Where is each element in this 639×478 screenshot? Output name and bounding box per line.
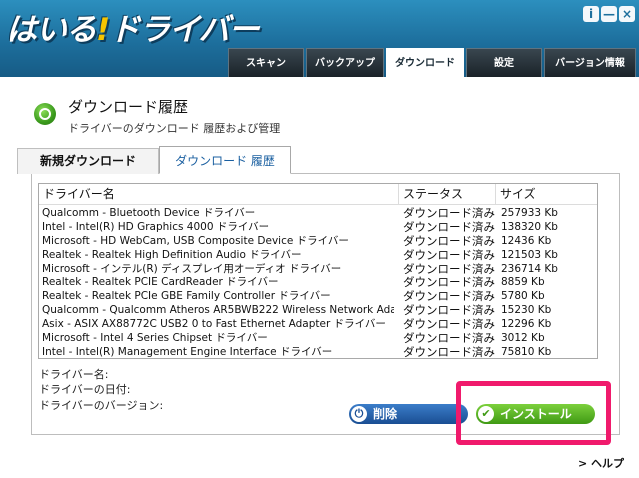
page-title: ダウンロード履歴 <box>68 98 189 116</box>
status-cell: ダウンロード済み <box>403 219 495 234</box>
tab-backup[interactable]: バックアップ <box>306 48 384 77</box>
driver-name-cell: Microsoft - HD WebCam, USB Composite Dev… <box>42 234 349 247</box>
help-link[interactable]: > ヘルプ <box>578 455 624 471</box>
delete-button-label: 削除 <box>373 407 398 421</box>
driver-name-label: ドライバー名: <box>39 368 109 381</box>
size-cell: 12436 Kb <box>501 234 552 247</box>
power-icon: ⏻ <box>351 406 367 422</box>
column-header-size[interactable]: サイズ <box>496 184 597 204</box>
driver-name-cell: Qualcomm - Bluetooth Device ドライバー <box>42 207 256 219</box>
driver-name-cell: Microsoft - Intel 4 Series Chipset ドライバー <box>42 332 268 345</box>
list-rows: Qualcomm - Bluetooth Device ドライバーダウンロード済… <box>39 206 597 359</box>
list-header: ドライバー名 ステータス サイズ <box>39 184 597 205</box>
column-header-status[interactable]: ステータス <box>399 184 496 204</box>
driver-name-cell: Qualcomm - Qualcomm Atheros AR5BWB222 Wi… <box>42 304 394 317</box>
size-cell: 15230 Kb <box>501 304 552 317</box>
table-row[interactable]: Microsoft - HD WebCam, USB Composite Dev… <box>39 234 597 248</box>
download-history-icon <box>34 103 56 125</box>
size-cell: 5780 Kb <box>501 290 545 303</box>
driver-name-cell: Realtek - Realtek High Definition Audio … <box>42 248 302 261</box>
info-button[interactable]: i <box>583 6 599 22</box>
table-row[interactable]: Intel - Intel(R) HD Graphics 4000 ドライバー ダ… <box>39 220 597 234</box>
status-cell: ダウンロード済み <box>403 233 495 248</box>
table-row[interactable]: Microsoft - Intel 4 Series Chipset ドライバー… <box>39 331 597 345</box>
app-logo: はいる!ドライバー <box>6 12 260 48</box>
table-row[interactable]: Qualcomm - Qualcomm Atheros AR5BWB222 Wi… <box>39 303 597 317</box>
status-cell: ダウンロード済み <box>403 247 495 262</box>
status-cell: ダウンロード済み <box>403 275 495 290</box>
app-window: はいる!ドライバー i — × スキャン バックアップ ダウンロード 設定 バー… <box>0 0 639 478</box>
size-cell: 3012 Kb <box>501 332 545 345</box>
size-cell: 257933 Kb <box>501 207 558 219</box>
table-row[interactable]: Qualcomm - Bluetooth Device ドライバー ダウンロード済… <box>39 206 597 220</box>
tab-settings[interactable]: 設定 <box>466 48 542 77</box>
status-cell: ダウンロード済み <box>403 331 495 346</box>
size-cell: 75810 Kb <box>501 345 552 358</box>
tab-version-info[interactable]: バージョン情報 <box>544 48 636 77</box>
table-row[interactable]: Realtek - Realtek PCIe GBE Family Contro… <box>39 289 597 303</box>
size-cell: 12296 Kb <box>501 318 552 331</box>
status-cell: ダウンロード済み <box>403 289 495 304</box>
table-row[interactable]: Intel - Intel(R) Management Engine Inter… <box>39 345 597 359</box>
driver-list[interactable]: ドライバー名 ステータス サイズ Qualcomm - Bluetooth De… <box>38 183 598 359</box>
tab-scan[interactable]: スキャン <box>228 48 304 77</box>
page-subtitle: ドライバーのダウンロード 履歴および管理 <box>68 122 281 135</box>
size-cell: 8859 Kb <box>501 276 545 289</box>
driver-name-cell: Intel - Intel(R) HD Graphics 4000 ドライバー <box>42 220 270 233</box>
status-cell: ダウンロード済み <box>403 261 495 276</box>
table-row[interactable]: Microsoft - インテル(R) ディスプレイ用オーディオ ドライバー ダウ… <box>39 262 597 276</box>
status-cell: ダウンロード済み <box>403 303 495 318</box>
table-row[interactable]: Realtek - Realtek PCIE CardReader ドライバー ダ… <box>39 275 597 289</box>
minimize-button[interactable]: — <box>601 6 617 22</box>
tab-download-history[interactable]: ダウンロード 履歴 <box>159 146 291 174</box>
status-cell: ダウンロード済み <box>403 317 495 332</box>
driver-name-cell: Microsoft - インテル(R) ディスプレイ用オーディオ ドライバー <box>42 262 342 275</box>
tab-download[interactable]: ダウンロード <box>386 48 464 78</box>
tab-new-download[interactable]: 新規ダウンロード <box>17 148 159 174</box>
status-cell: ダウンロード済み <box>403 206 495 220</box>
column-header-name[interactable]: ドライバー名 <box>39 184 399 204</box>
driver-version-label: ドライバーのバージョン: <box>39 399 164 412</box>
close-button[interactable]: × <box>619 6 635 22</box>
table-row[interactable]: Realtek - Realtek High Definition Audio … <box>39 248 597 262</box>
driver-name-cell: Realtek - Realtek PCIE CardReader ドライバー <box>42 276 279 289</box>
table-row[interactable]: Asix - ASIX AX88772C USB2 0 to Fast Ethe… <box>39 317 597 331</box>
delete-button[interactable]: ⏻ 削除 <box>349 404 468 424</box>
status-cell: ダウンロード済み <box>403 344 495 359</box>
size-cell: 236714 Kb <box>501 262 558 275</box>
size-cell: 138320 Kb <box>501 220 558 233</box>
driver-name-cell: Asix - ASIX AX88772C USB2 0 to Fast Ethe… <box>42 318 386 331</box>
driver-name-cell: Realtek - Realtek PCIe GBE Family Contro… <box>42 290 331 303</box>
driver-name-cell: Intel - Intel(R) Management Engine Inter… <box>42 345 333 358</box>
title-bar: はいる!ドライバー i — × スキャン バックアップ ダウンロード 設定 バー… <box>0 0 639 78</box>
install-highlight-frame <box>456 381 611 445</box>
size-cell: 121503 Kb <box>501 248 558 261</box>
driver-date-label: ドライバーの日付: <box>39 383 131 396</box>
